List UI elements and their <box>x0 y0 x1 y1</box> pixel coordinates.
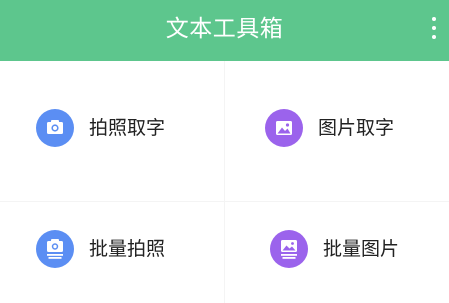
image-stack-icon <box>270 230 308 268</box>
tool-label: 图片取字 <box>318 117 395 139</box>
tool-batch-camera[interactable]: 批量拍照 <box>36 224 206 274</box>
tool-grid: 拍照取字 图片取字 批量拍照 批量图片 <box>0 61 449 303</box>
tool-camera-ocr[interactable]: 拍照取字 <box>36 103 206 153</box>
tool-batch-image[interactable]: 批量图片 <box>270 224 440 274</box>
tool-label: 批量图片 <box>323 238 400 260</box>
more-vertical-icon[interactable] <box>425 13 443 43</box>
app-title: 文本工具箱 <box>165 16 284 42</box>
text-toolbox-app: 文本工具箱 拍照取字 图片取字 批量拍照 批量图片 <box>0 0 449 303</box>
tool-label: 拍照取字 <box>89 117 166 139</box>
camera-icon <box>36 109 74 147</box>
camera-stack-icon <box>36 230 74 268</box>
grid-divider-horizontal <box>0 201 449 202</box>
app-bar: 文本工具箱 <box>0 0 449 61</box>
tool-label: 批量拍照 <box>89 238 166 260</box>
tool-image-ocr[interactable]: 图片取字 <box>265 103 435 153</box>
image-icon <box>265 109 303 147</box>
grid-divider-vertical <box>224 61 225 303</box>
